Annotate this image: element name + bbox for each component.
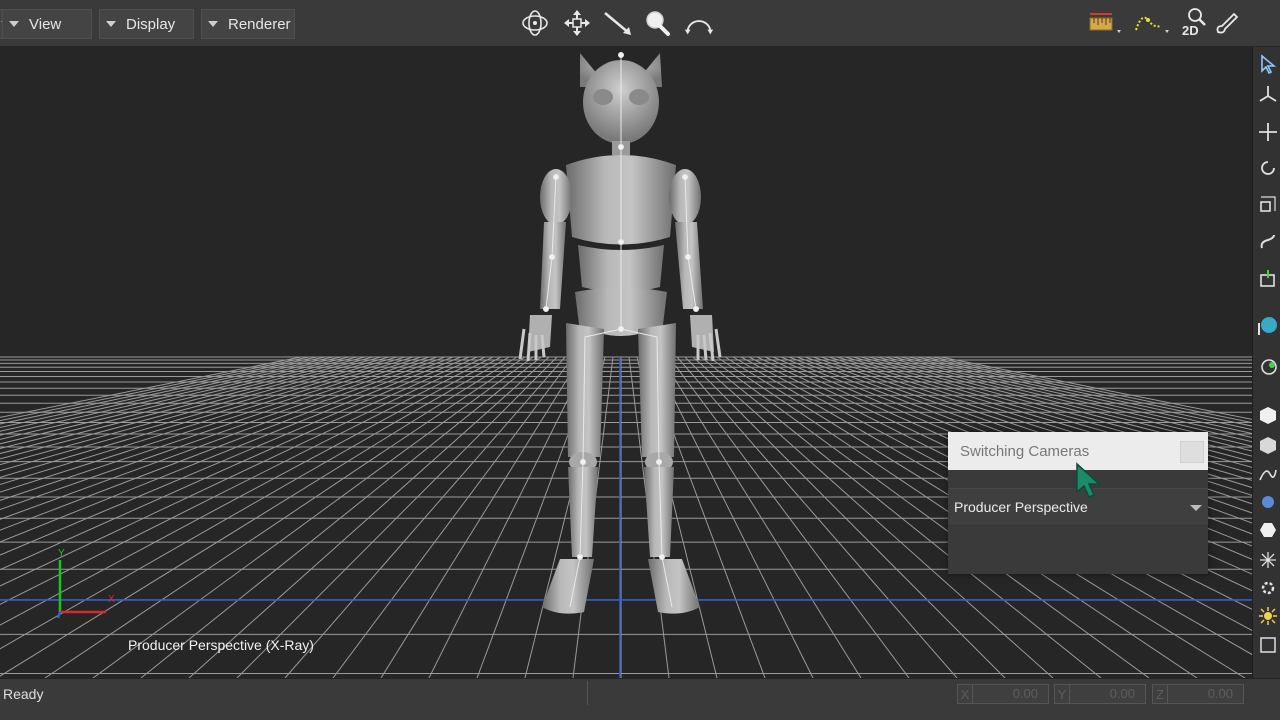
gear-tool-button[interactable] (1256, 575, 1280, 601)
hexagon-tool-button[interactable] (1256, 517, 1280, 543)
dialog-close-button[interactable] (1180, 441, 1204, 463)
mouse-cursor-icon (1076, 462, 1101, 498)
character-right-arm (669, 169, 722, 362)
zoom-icon (646, 11, 670, 36)
2d-view-button[interactable]: 2D (1178, 6, 1212, 40)
coord-x-value: 0.00 (973, 684, 1049, 704)
status-bar: Ready X 0.00 Y 0.00 Z 0.00 (0, 678, 1280, 720)
link-tool-button[interactable] (1256, 229, 1280, 255)
coord-z-field[interactable]: Z 0.00 (1152, 684, 1244, 704)
sphere-icon (1262, 496, 1274, 508)
pan-icon (564, 10, 590, 36)
status-text: Ready (3, 686, 44, 702)
select-arrow-icon (1261, 54, 1277, 74)
transform-icon (1259, 86, 1277, 102)
character-model[interactable] (0, 47, 1252, 678)
sphere-tool-button[interactable] (1256, 489, 1280, 515)
display-menu-button[interactable]: Display (99, 9, 194, 39)
frame-icon (1260, 637, 1276, 653)
brush-icon (1216, 12, 1239, 34)
scale-icon (1260, 196, 1276, 212)
rotate-view-icon (684, 20, 714, 35)
chevron-down-icon (1190, 505, 1202, 511)
axis-y-label: Y (58, 548, 65, 559)
box-tool-button[interactable] (1256, 432, 1280, 458)
top-toolbar: View Display Renderer 2D (0, 0, 1280, 47)
character-left-leg (542, 323, 604, 614)
2d-view-label: 2D (1182, 23, 1199, 38)
select-tool-button[interactable] (1256, 51, 1280, 77)
mirror-tool-button[interactable] (1256, 353, 1280, 379)
rotate-view-button[interactable] (682, 6, 716, 40)
frame-tool-button[interactable] (1256, 632, 1280, 658)
dolly-tool-button[interactable] (601, 6, 635, 40)
move-icon (1259, 123, 1277, 141)
dolly-icon (604, 12, 631, 35)
character-right-leg (638, 323, 700, 614)
view-menu-label: View (29, 15, 62, 33)
coord-x-axis: X (957, 684, 973, 704)
dialog-title: Switching Cameras (960, 442, 1090, 460)
chevron-down-icon (208, 21, 218, 27)
camera-select-value: Producer Perspective (954, 499, 1088, 515)
chevron-down-icon (106, 21, 116, 27)
status-divider (587, 681, 588, 705)
camera-icon (1258, 317, 1277, 335)
right-tool-column (1252, 47, 1280, 678)
path-icon (1135, 16, 1169, 33)
bone-icon (1260, 552, 1276, 568)
pivot-icon (1260, 270, 1275, 287)
box-icon (1260, 437, 1276, 454)
display-menu-label: Display (126, 15, 176, 33)
rotate-tool-button[interactable] (1256, 155, 1280, 181)
pan-tool-button[interactable] (560, 6, 594, 40)
camera-tool-button[interactable] (1256, 313, 1280, 339)
spline-tool-button[interactable] (1256, 461, 1280, 487)
view-menu-button[interactable]: View (2, 9, 92, 39)
brush-tool-button[interactable] (1210, 6, 1244, 40)
cube-tool-button[interactable] (1256, 402, 1280, 428)
spline-icon (1259, 469, 1277, 481)
rotate-icon (1261, 161, 1275, 175)
sun-icon (1259, 607, 1277, 625)
character-left-arm (518, 169, 572, 362)
bone-tool-button[interactable] (1256, 547, 1280, 573)
orbit-tool-button[interactable] (518, 6, 552, 40)
zoom-tool-button[interactable] (640, 6, 674, 40)
path-tool-button[interactable] (1132, 6, 1172, 40)
gear-icon (1261, 581, 1275, 595)
cube-icon (1260, 407, 1276, 424)
ruler-icon (1089, 13, 1121, 33)
renderer-menu-button[interactable]: Renderer (201, 9, 295, 39)
chevron-down-icon (9, 21, 19, 27)
hexagon-icon (1260, 523, 1276, 537)
coord-z-axis: Z (1152, 684, 1168, 704)
coord-y-axis: Y (1054, 684, 1070, 704)
coord-x-field[interactable]: X 0.00 (957, 684, 1049, 704)
orbit-icon (522, 10, 548, 36)
coord-y-value: 0.00 (1070, 684, 1146, 704)
app-window: View Display Renderer 2D Y X Producer Pe… (0, 0, 1280, 720)
switching-cameras-dialog: Switching Cameras Producer Perspective (948, 432, 1208, 574)
mirror-icon (1261, 359, 1277, 375)
move-tool-button[interactable] (1256, 119, 1280, 145)
pivot-tool-button[interactable] (1256, 265, 1280, 291)
light-tool-button[interactable] (1256, 603, 1280, 629)
ruler-tool-button[interactable] (1086, 6, 1126, 40)
3d-viewport[interactable]: Y X Producer Perspective (X-Ray) (0, 47, 1252, 678)
viewport-camera-label: Producer Perspective (X-Ray) (128, 637, 314, 653)
renderer-menu-label: Renderer (228, 15, 291, 33)
axis-gizmo: Y X (56, 548, 115, 619)
axis-x-label: X (108, 594, 115, 605)
coord-y-field[interactable]: Y 0.00 (1054, 684, 1146, 704)
scale-tool-button[interactable] (1256, 191, 1280, 217)
transform-tool-button[interactable] (1256, 81, 1280, 107)
link-icon (1260, 234, 1275, 249)
coord-z-value: 0.00 (1168, 684, 1244, 704)
